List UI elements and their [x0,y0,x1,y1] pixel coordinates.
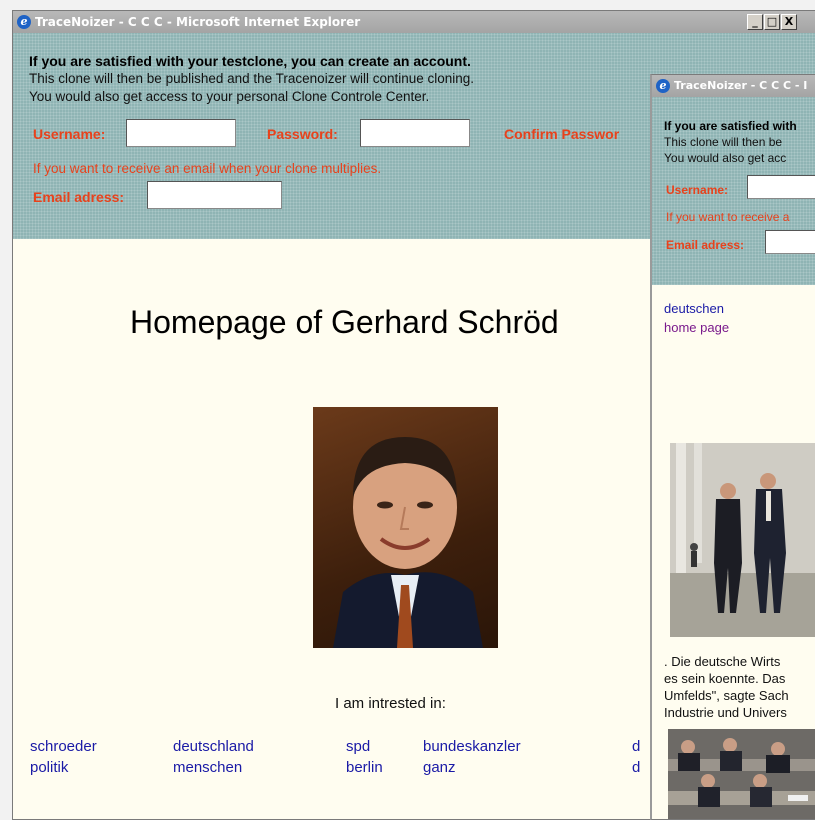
caption-line-2: es sein koennte. Das [664,671,786,686]
banner-line-3: You would also get access to your person… [29,89,430,104]
parliament-illustration [668,729,815,819]
email-label: Email adress: [33,189,125,205]
password-input[interactable] [360,119,470,147]
minimize-button[interactable]: _ [747,14,763,30]
second-email-label: Email adress: [666,238,745,252]
email-input[interactable] [147,181,282,209]
maximize-button[interactable]: □ [764,14,780,30]
second-account-banner: If you are satisfied with This clone wil… [652,97,815,285]
second-browser-window: e TraceNoizer - C C C - I If you are sat… [650,74,815,820]
link-d-row1[interactable]: d [632,738,640,755]
news-photo-walking-leaders [670,443,815,637]
second-username-label: Username: [666,183,729,197]
link-d-row2[interactable]: d [632,759,640,776]
second-banner-headline: If you are satisfied with [664,119,797,133]
caption-line-4: Industrie und Univers [664,705,787,720]
close-button[interactable]: X [781,14,797,30]
second-banner-line-2: This clone will then be [664,135,783,149]
link-schroeder[interactable]: schroeder [30,738,97,755]
main-title-bar[interactable]: e TraceNoizer - C C C - Microsoft Intern… [13,11,815,33]
second-username-input[interactable] [747,175,815,199]
caption-line-1: . Die deutsche Wirts [664,654,781,669]
second-banner-line-3: You would also get acc [664,151,787,165]
page-title: Homepage of Gerhard Schröd [130,304,559,340]
link-menschen[interactable]: menschen [173,759,242,776]
walking-figures-illustration [670,443,815,637]
internet-explorer-icon: e [17,15,31,29]
second-email-input[interactable] [765,230,815,254]
news-photo-parliament [668,729,815,819]
banner-headline: If you are satisfied with your testclone… [29,53,471,69]
second-title-bar[interactable]: e TraceNoizer - C C C - I [652,75,815,97]
link-home-page[interactable]: home page [664,320,729,335]
link-berlin[interactable]: berlin [346,759,383,776]
password-label: Password: [267,126,338,142]
username-input[interactable] [126,119,236,147]
confirm-password-label: Confirm Passwor [504,126,620,142]
link-deutschen[interactable]: deutschen [664,301,724,316]
link-ganz[interactable]: ganz [423,759,456,776]
main-window-title: TraceNoizer - C C C - Microsoft Internet… [35,15,361,29]
second-window-title: TraceNoizer - C C C - I [674,79,808,92]
interests-label: I am intrested in: [335,695,446,712]
link-deutschland[interactable]: deutschland [173,738,254,755]
link-politik[interactable]: politik [30,759,68,776]
banner-line-2: This clone will then be published and th… [29,71,475,86]
gerhard-schroeder-photo [313,407,498,648]
internet-explorer-icon-2: e [656,79,670,93]
link-bundeskanzler[interactable]: bundeskanzler [423,738,521,755]
portrait-illustration [333,437,483,648]
second-email-note: If you want to receive a [666,210,790,224]
caption-line-3: Umfelds", sagte Sach [664,688,789,703]
email-note: If you want to receive an email when you… [33,161,382,176]
link-spd[interactable]: spd [346,738,370,755]
username-label: Username: [33,126,106,142]
